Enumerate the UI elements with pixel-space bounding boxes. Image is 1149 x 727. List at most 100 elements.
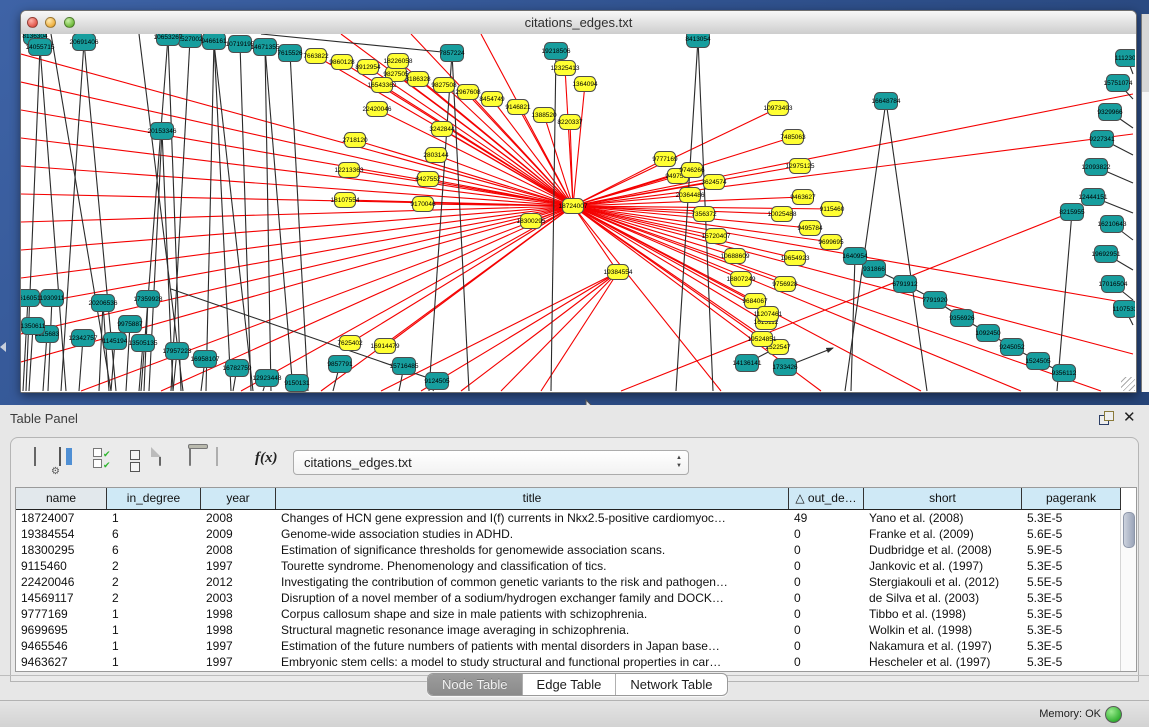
graph-edge[interactable] [621,212,1072,391]
memory-ok-indicator[interactable] [1105,706,1122,723]
graph-node-label: 1524505 [1025,358,1051,365]
status-bar: Memory: OK [0,700,1149,727]
tab-node-table[interactable]: Node Table [428,674,523,695]
column-header-2[interactable]: year [201,488,276,509]
graph-node-label: 1388520 [531,112,557,119]
scrollbar-thumb[interactable] [1123,512,1135,548]
network-canvas[interactable]: 9318661092450110753311123041115683114519… [21,34,1136,392]
graph-node-label: 1930911 [40,295,65,302]
column-header-6[interactable]: pagerank [1022,488,1121,509]
table-cell: 5.3E-5 [1022,590,1121,606]
row-height-icon[interactable] [130,448,152,472]
table-cell: 0 [789,558,864,574]
window-resize-grip[interactable] [1121,377,1135,391]
table-tabs: Node TableEdge TableNetwork Table [427,673,728,696]
graph-edge[interactable] [573,206,1101,391]
window-titlebar[interactable]: citations_edges.txt [21,11,1136,35]
table-cell: 0 [789,526,864,542]
table-row[interactable]: 1938455462009Genome-wide association stu… [16,526,1121,542]
table-cell: Nakamura et al. (1997) [864,638,1022,654]
graph-edge[interactable] [421,272,618,391]
graph-edge[interactable] [290,53,308,391]
table-settings-icon[interactable]: ⚙ [34,448,56,472]
graph-node-label: 3242844 [429,126,455,133]
graph-node-label: 9777169 [652,156,678,163]
table-row[interactable]: 1830029562008Estimation of significance … [16,542,1121,558]
graph-edge[interactable] [168,37,181,391]
graph-node-label: 1364094 [572,81,598,88]
graph-edge[interactable] [126,324,130,391]
column-header-4[interactable]: △ out_de… [789,488,864,509]
column-header-5[interactable]: short [864,488,1022,509]
graph-edge[interactable] [886,101,927,391]
table-selector-dropdown[interactable]: citations_edges.txt ▲▼ [293,450,689,475]
graph-node-label: 9146821 [505,104,531,111]
graph-node-label: 16543362 [368,82,397,89]
table-vertical-scrollbar[interactable] [1120,510,1136,671]
table-cell: Investigating the contribution of common… [276,574,789,590]
graph-edge[interactable] [265,47,271,391]
graph-edge[interactable] [240,44,251,391]
table-row[interactable]: 1872400712008Changes of HCN gene express… [16,510,1121,526]
table-cell: 5.3E-5 [1022,654,1121,670]
table-panel-header: Table Panel ✕ [0,405,1149,431]
graph-node-label: 7615526 [277,50,303,57]
table-row[interactable]: 969969511998Structural magnetic resonanc… [16,622,1121,638]
close-panel-icon[interactable]: ✕ [1123,411,1139,425]
table-row[interactable]: 1456911722003Disruption of a novel membe… [16,590,1121,606]
graph-node-label: 8215955 [1059,209,1085,216]
table-cell: 2009 [201,526,276,542]
graph-node-label: 15751074 [1104,80,1133,87]
delete-table-icon[interactable] [189,448,211,472]
tab-edge-table[interactable]: Edge Table [523,674,617,695]
network-window[interactable]: citations_edges.txt 93186610924501107533… [20,10,1137,393]
graph-edge[interactable] [845,101,886,391]
table-panel: Table Panel ✕ ⚙ ✔✔ f(x) [0,405,1149,727]
graph-edge[interactable] [171,39,190,391]
graph-node-label: 8413054 [685,36,711,43]
panel-collapse-arrow-icon[interactable] [0,342,6,352]
table-cell: 1 [107,638,201,654]
table-cell: 5.3E-5 [1022,510,1121,526]
graph-edge[interactable] [23,298,28,391]
table-header-row: namein_degreeyeartitle△ out_de…shortpage… [16,488,1121,510]
graph-edge[interactable] [573,94,1133,206]
graph-node-label: 13505135 [129,340,158,347]
tab-network-table[interactable]: Network Table [616,674,726,695]
table-cell: 18724007 [16,510,107,526]
select-all-check-icon[interactable]: ✔✔ [93,448,113,472]
graph-edge[interactable] [21,206,573,222]
table-row[interactable]: 946554611997Estimation of the future num… [16,638,1121,654]
graph-edge[interactable] [265,47,293,391]
window-title: citations_edges.txt [21,15,1136,30]
graph-edge[interactable] [573,84,585,206]
table-row[interactable]: 977716911998Corpus callosum shape and si… [16,606,1121,622]
function-builder-icon[interactable]: f(x) [255,450,277,474]
table-cell: 22420046 [16,574,107,590]
table-cell: 1 [107,654,201,670]
graph-edge[interactable] [461,272,618,391]
graph-node-label: 9684067 [742,298,768,305]
new-table-icon[interactable] [159,448,181,472]
table-row[interactable]: 946362711997Embryonic stem cells: a mode… [16,654,1121,670]
table-cell: 2 [107,558,201,574]
citation-network-graph[interactable]: 9318661092450110753311123041115683114519… [21,34,1135,392]
select-columns-icon[interactable] [59,448,81,472]
graph-edge[interactable] [377,109,573,206]
column-header-3[interactable]: title [276,488,789,509]
table-cell: 1 [107,510,201,526]
table-cell: 18300295 [16,542,107,558]
table-row[interactable]: 911546021997Tourette syndrome. Phenomeno… [16,558,1121,574]
graph-node-label: 9115460 [820,206,845,213]
graph-edge[interactable] [381,272,618,391]
graph-edge[interactable] [213,34,253,391]
table-row[interactable]: 2242004622012Investigating the contribut… [16,574,1121,590]
float-panel-icon[interactable] [1099,411,1115,425]
table-cell: 9463627 [16,654,107,670]
graph-edge[interactable] [48,298,52,391]
column-header-1[interactable]: in_degree [107,488,201,509]
table-cell: 0 [789,638,864,654]
graph-edge[interactable] [573,134,1133,206]
graph-edge[interactable] [355,140,573,206]
column-header-0[interactable]: name [16,488,107,509]
